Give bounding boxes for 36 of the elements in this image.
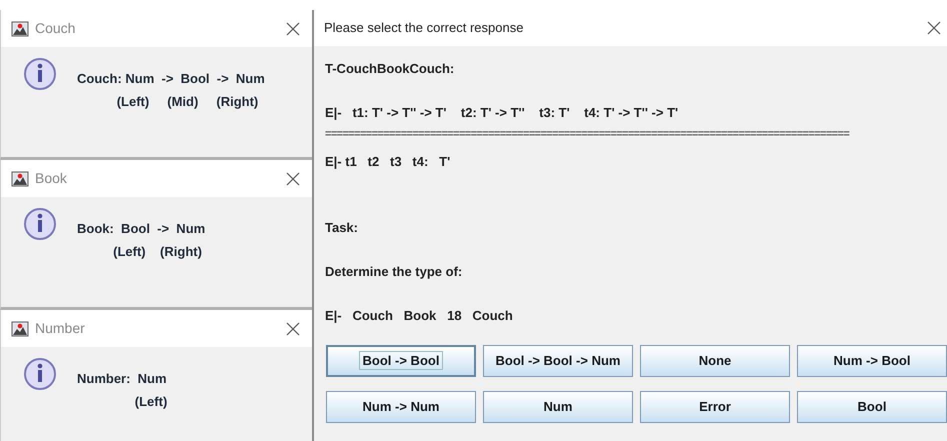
message-text: Number: Num (Left) — [77, 370, 168, 411]
window-title: Please select the correct response — [324, 19, 524, 38]
question-text: Determine the type of: — [325, 263, 464, 281]
app-icon — [11, 20, 29, 38]
window-title: Couch — [35, 19, 76, 38]
info-icon — [23, 207, 57, 241]
app-icon — [11, 320, 29, 338]
close-button[interactable] — [284, 172, 302, 186]
answer-button[interactable]: Bool -> Bool — [326, 345, 476, 377]
question-text: E|- t1: T' -> T'' -> T' t2: T' -> T'' t3: T' t4: T' -> T'' -> T' — [325, 104, 680, 122]
close-icon — [286, 322, 300, 336]
close-button[interactable] — [925, 21, 943, 35]
question-text: E|- Couch Book 18 Couch — [325, 307, 514, 325]
answer-button[interactable]: Num -> Num — [326, 391, 476, 423]
question-text: E|- t1 t2 t3 t4: T' — [325, 153, 452, 171]
close-button[interactable] — [284, 22, 302, 36]
answer-button[interactable]: Bool — [797, 391, 947, 423]
close-icon — [286, 172, 300, 186]
window-title: Book — [35, 169, 67, 188]
info-icon — [23, 57, 57, 91]
app-icon — [11, 170, 29, 188]
close-icon — [286, 22, 300, 36]
answer-button[interactable]: Bool -> Bool -> Num — [483, 345, 633, 377]
answer-button[interactable]: Error — [640, 391, 790, 423]
question-text: Task: — [325, 219, 359, 237]
close-icon — [927, 21, 941, 35]
message-text: Couch: Num -> Bool -> Num (Left) (Mid) (Right) — [77, 70, 265, 111]
answer-button[interactable]: Num -> Bool — [797, 345, 947, 377]
info-icon — [23, 357, 57, 391]
separator-text: ========================================================================================== — [325, 127, 850, 141]
window-title: Number — [35, 319, 85, 338]
answer-button[interactable]: None — [640, 345, 790, 377]
message-text: Book: Bool -> Num (Left) (Right) — [77, 220, 206, 261]
answer-button[interactable]: Num — [483, 391, 633, 423]
close-button[interactable] — [284, 322, 302, 336]
question-text: T-CouchBookCouch: — [325, 60, 456, 78]
